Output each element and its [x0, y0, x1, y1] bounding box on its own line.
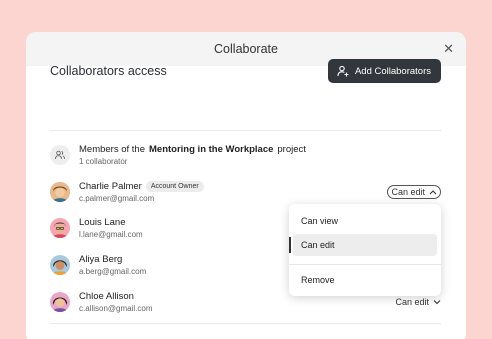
collaborator-email: c.allison@gmail.com	[79, 304, 153, 313]
section-title: Collaborators access	[50, 64, 167, 78]
divider	[50, 323, 441, 324]
avatar	[50, 182, 70, 202]
collaborator-count: 1 collaborator	[79, 157, 128, 166]
project-members-row: Members of the Mentoring in the Workplac…	[50, 142, 441, 168]
collaborator-name: Charlie Palmer	[79, 181, 142, 192]
role-select[interactable]: Can edit	[395, 297, 441, 307]
group-icon	[50, 145, 70, 165]
project-members-text: Members of the Mentoring in the Workplac…	[79, 144, 306, 155]
account-owner-badge: Account Owner	[145, 181, 204, 192]
avatar	[50, 292, 70, 312]
avatar	[50, 255, 70, 275]
members-prefix: Members of the	[79, 144, 145, 155]
selected-indicator	[289, 237, 291, 253]
add-collaborators-label: Add Collaborators	[354, 65, 431, 77]
collaborator-email: l.lane@gmail.com	[79, 230, 143, 239]
avatar	[50, 218, 70, 238]
collaborators-access-header: Collaborators access Add Collaborators	[50, 58, 441, 84]
collaborator-email: c.palmer@gmail.com	[79, 194, 155, 203]
add-person-icon	[337, 65, 349, 77]
modal-title: Collaborate	[214, 42, 278, 56]
role-label: Can edit	[395, 297, 429, 307]
menu-item-can-edit[interactable]: Can edit	[289, 234, 437, 256]
add-collaborators-button[interactable]: Add Collaborators	[327, 59, 441, 83]
menu-item-can-view[interactable]: Can view	[293, 210, 437, 232]
chevron-down-icon	[433, 297, 441, 307]
role-label: Can edit	[391, 187, 425, 197]
close-icon[interactable]: ✕	[443, 32, 454, 66]
menu-item-remove[interactable]: Remove	[293, 269, 437, 291]
collaborator-row: Charlie Palmer Account Owner c.palmer@gm…	[50, 179, 441, 205]
role-dropdown-menu: Can view Can edit Remove	[289, 204, 441, 296]
menu-item-label: Can edit	[301, 240, 335, 250]
divider	[50, 130, 441, 131]
menu-divider	[289, 264, 441, 265]
members-suffix: project	[277, 144, 306, 155]
collaborator-name: Louis Lane	[79, 217, 126, 228]
collaborator-email: a.berg@gmail.com	[79, 267, 147, 276]
chevron-up-icon	[429, 187, 437, 197]
project-name: Mentoring in the Workplace	[149, 144, 274, 155]
collaborator-name: Chloe Allison	[79, 291, 134, 302]
collaborator-name: Aliya Berg	[79, 254, 123, 265]
role-select[interactable]: Can edit	[387, 185, 441, 199]
